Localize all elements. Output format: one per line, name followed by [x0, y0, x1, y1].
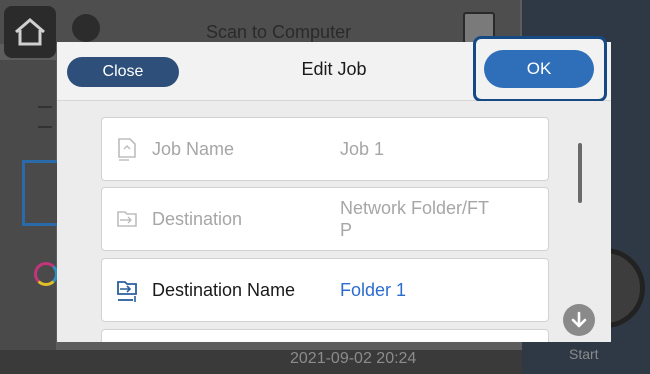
row-value: Network Folder/FT P	[340, 198, 490, 240]
settings-list[interactable]: Job Name Job 1 Destination Network Folde…	[57, 101, 611, 342]
home-button[interactable]	[4, 6, 56, 58]
datetime: 2021-09-02 20:24	[290, 350, 417, 367]
job-name-icon	[118, 138, 136, 161]
list-icon	[38, 106, 52, 128]
destination-icon	[117, 211, 137, 227]
row-job-name[interactable]: Job Name Job 1	[101, 117, 549, 181]
arrow-down-icon	[571, 311, 587, 328]
edit-job-dialog: Edit Job Close OK Job Name Job 1 Destina…	[57, 36, 611, 342]
dialog-header: Edit Job Close OK	[57, 36, 611, 102]
scrollbar[interactable]	[578, 143, 582, 203]
status-bar	[0, 350, 522, 374]
row-label: Destination Name	[152, 279, 296, 300]
scroll-down-button[interactable]	[563, 304, 595, 336]
background-title: Scan to Computer	[206, 22, 352, 42]
ok-button[interactable]: OK	[484, 50, 594, 88]
row-destination[interactable]: Destination Network Folder/FT P	[101, 187, 549, 251]
row-value: Job 1	[340, 139, 385, 159]
destination-name-icon	[117, 281, 137, 302]
home-icon	[15, 18, 45, 46]
start-label: Start	[569, 346, 599, 362]
row-partial[interactable]	[101, 329, 549, 342]
close-button[interactable]: Close	[67, 57, 179, 87]
row-label: Destination	[152, 208, 243, 229]
row-destination-name[interactable]: Destination Name Folder 1	[101, 258, 549, 322]
row-label: Job Name	[152, 138, 235, 159]
row-value: Folder 1	[340, 280, 407, 300]
color-icon	[34, 262, 58, 286]
back-icon[interactable]	[72, 14, 100, 42]
scan-mode-icon[interactable]	[22, 160, 62, 226]
